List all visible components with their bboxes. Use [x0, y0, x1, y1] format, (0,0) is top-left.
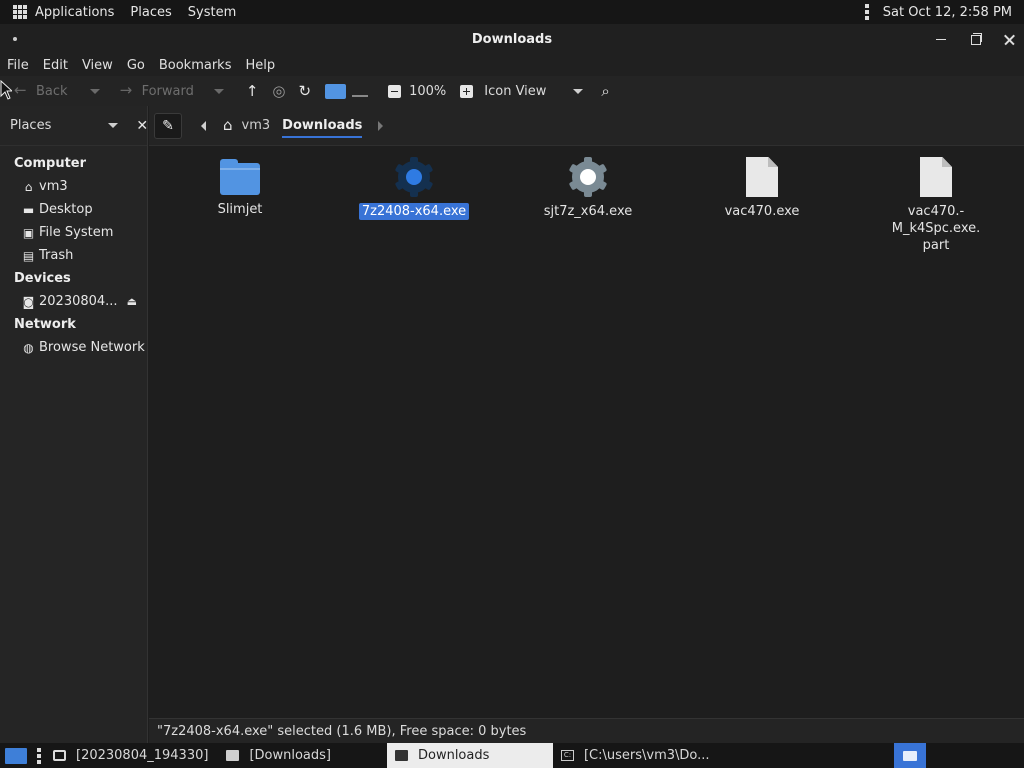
home-folder-icon[interactable]: [325, 83, 347, 99]
globe-icon: ◍: [23, 340, 34, 355]
bottom-taskbar: [20230804_194330] [Downloads] Downloads …: [0, 743, 1024, 768]
sidebar-item-desktop[interactable]: ▬ Desktop: [0, 198, 147, 221]
menu-bookmarks[interactable]: Bookmarks: [159, 58, 232, 73]
disc-icon: ◙: [22, 294, 35, 309]
menu-file[interactable]: File: [7, 58, 29, 73]
path-scroll-right-icon[interactable]: [378, 120, 384, 131]
file-item-7z2408[interactable]: 7z2408-x64.exe: [339, 147, 489, 220]
executable-gear-icon: [568, 157, 608, 197]
forward-arrow-icon: [120, 81, 134, 99]
maximize-button[interactable]: [968, 32, 982, 46]
clock[interactable]: Sat Oct 12, 2:58 PM: [883, 5, 1012, 20]
disk-icon: [53, 750, 66, 761]
desktop-icon: ▬: [22, 202, 35, 217]
file-item-slimjet[interactable]: Slimjet: [165, 147, 315, 218]
forward-button[interactable]: Forward: [120, 76, 194, 106]
applications-menu[interactable]: Applications: [27, 5, 122, 20]
zoom-out-button[interactable]: [388, 84, 402, 98]
status-text: "7z2408-x64.exe" selected (1.6 MB), Free…: [157, 723, 527, 739]
task-downloads-active[interactable]: Downloads: [386, 743, 553, 768]
folder-small-icon: [226, 750, 240, 761]
reload-icon[interactable]: ↻: [299, 83, 312, 99]
file-item-vac470[interactable]: vac470.exe: [687, 147, 837, 220]
panel-handle-icon[interactable]: [864, 4, 869, 20]
task-terminal[interactable]: C: [C:\users\vm3\Do...: [553, 743, 718, 768]
window-menu-icon[interactable]: [13, 37, 17, 41]
file-label: sjt7z_x64.exe: [543, 204, 633, 219]
show-desktop-icon[interactable]: [5, 747, 27, 764]
sidebar-item-vm3[interactable]: ⌂ vm3: [0, 175, 147, 198]
taskbar-handle-icon[interactable]: [37, 747, 41, 764]
view-mode-dropdown-icon[interactable]: [573, 88, 584, 94]
close-button[interactable]: [1002, 32, 1016, 46]
path-scroll-left-icon[interactable]: [201, 120, 206, 131]
file-label: vac470.exe: [724, 204, 800, 219]
file-item-vac470-part[interactable]: vac470.-M_k4Spc.exe. part: [861, 147, 1011, 254]
back-button[interactable]: Back: [14, 76, 68, 106]
sidebar-item-device[interactable]: ◙ 20230804... ⏏: [0, 290, 147, 313]
close-sidebar-icon[interactable]: ✕: [136, 118, 148, 134]
back-history-dropdown[interactable]: [89, 88, 100, 94]
view-mode-select[interactable]: Icon View: [484, 84, 546, 99]
top-panel: Applications Places System Sat Oct 12, 2…: [0, 0, 1024, 24]
system-menu[interactable]: System: [180, 5, 244, 20]
home-icon: ⌂: [24, 179, 33, 194]
sidebar-item-file-system[interactable]: ▣ File System: [0, 221, 147, 244]
document-icon: [920, 157, 952, 197]
stop-icon[interactable]: ◎: [272, 83, 285, 99]
mouse-cursor-icon: [0, 80, 12, 100]
file-icon-view[interactable]: Slimjet 7z2408-x64.exe sjt7z_x64.exe vac…: [149, 147, 1024, 717]
section-devices: Devices: [14, 271, 71, 286]
file-label: 7z2408-x64.exe: [358, 203, 470, 220]
sidebar-item-browse-network[interactable]: ◍ Browse Network: [0, 336, 147, 359]
search-icon[interactable]: ⌕: [601, 83, 609, 99]
forward-history-dropdown[interactable]: [213, 88, 224, 94]
drive-icon: ▣: [22, 225, 35, 240]
minimize-button[interactable]: [934, 32, 948, 46]
crumb-downloads[interactable]: Downloads: [282, 118, 363, 138]
sidebar-item-trash[interactable]: ▤ Trash: [0, 244, 147, 267]
menu-view[interactable]: View: [82, 58, 113, 73]
menu-go[interactable]: Go: [127, 58, 145, 73]
crumb-vm3[interactable]: vm3: [242, 118, 271, 133]
trash-icon: ▤: [22, 248, 35, 263]
zoom-level: 100%: [409, 83, 447, 99]
terminal-icon: C:: [560, 750, 574, 761]
document-icon: [746, 157, 778, 197]
zoom-in-button[interactable]: [460, 84, 474, 98]
menu-help[interactable]: Help: [245, 58, 275, 73]
up-arrow-icon[interactable]: ↑: [246, 83, 259, 99]
workspace-switcher[interactable]: [894, 743, 926, 768]
section-network: Network: [14, 317, 76, 332]
window-titlebar[interactable]: Downloads: [0, 24, 1024, 54]
menu-edit[interactable]: Edit: [43, 58, 68, 73]
home-crumb-icon[interactable]: ⌂: [223, 118, 233, 133]
file-label: vac470.-M_k4Spc.exe. part: [891, 204, 981, 253]
places-menu[interactable]: Places: [122, 5, 179, 20]
toolbar: Back Forward ↑ ◎ ↻ 100% Icon View ⌕: [0, 76, 1024, 106]
status-bar: "7z2408-x64.exe" selected (1.6 MB), Free…: [149, 718, 1024, 743]
folder-small-icon: [394, 750, 408, 761]
window-title: Downloads: [471, 31, 553, 47]
file-label: Slimjet: [217, 202, 263, 217]
edit-location-button[interactable]: ✎: [154, 112, 182, 139]
back-arrow-icon: [14, 81, 28, 99]
sidebar-type-select[interactable]: Places: [10, 118, 51, 133]
places-sidebar: Places ✕ Computer ⌂ vm3 ▬ Desktop ▣ File Sy…: [0, 106, 148, 743]
sidebar-dropdown-icon[interactable]: [108, 123, 119, 128]
path-bar: ✎ ⌂ vm3 Downloads: [149, 106, 1024, 146]
computer-icon[interactable]: [352, 95, 369, 97]
task-downloads-minimized[interactable]: [Downloads]: [218, 743, 339, 768]
file-item-sjt7z[interactable]: sjt7z_x64.exe: [513, 147, 663, 220]
sidebar-header: Places ✕: [0, 106, 148, 146]
eject-icon[interactable]: ⏏: [127, 295, 137, 308]
folder-icon: [220, 159, 260, 195]
workspace-window-icon: [903, 750, 917, 761]
executable-gear-icon: [394, 157, 434, 197]
pencil-icon: ✎: [162, 117, 174, 134]
task-device-window[interactable]: [20230804_194330]: [45, 743, 216, 768]
applications-grid-icon[interactable]: [13, 5, 27, 19]
section-computer: Computer: [14, 156, 87, 171]
menu-bar: File Edit View Go Bookmarks Help: [0, 54, 1024, 76]
